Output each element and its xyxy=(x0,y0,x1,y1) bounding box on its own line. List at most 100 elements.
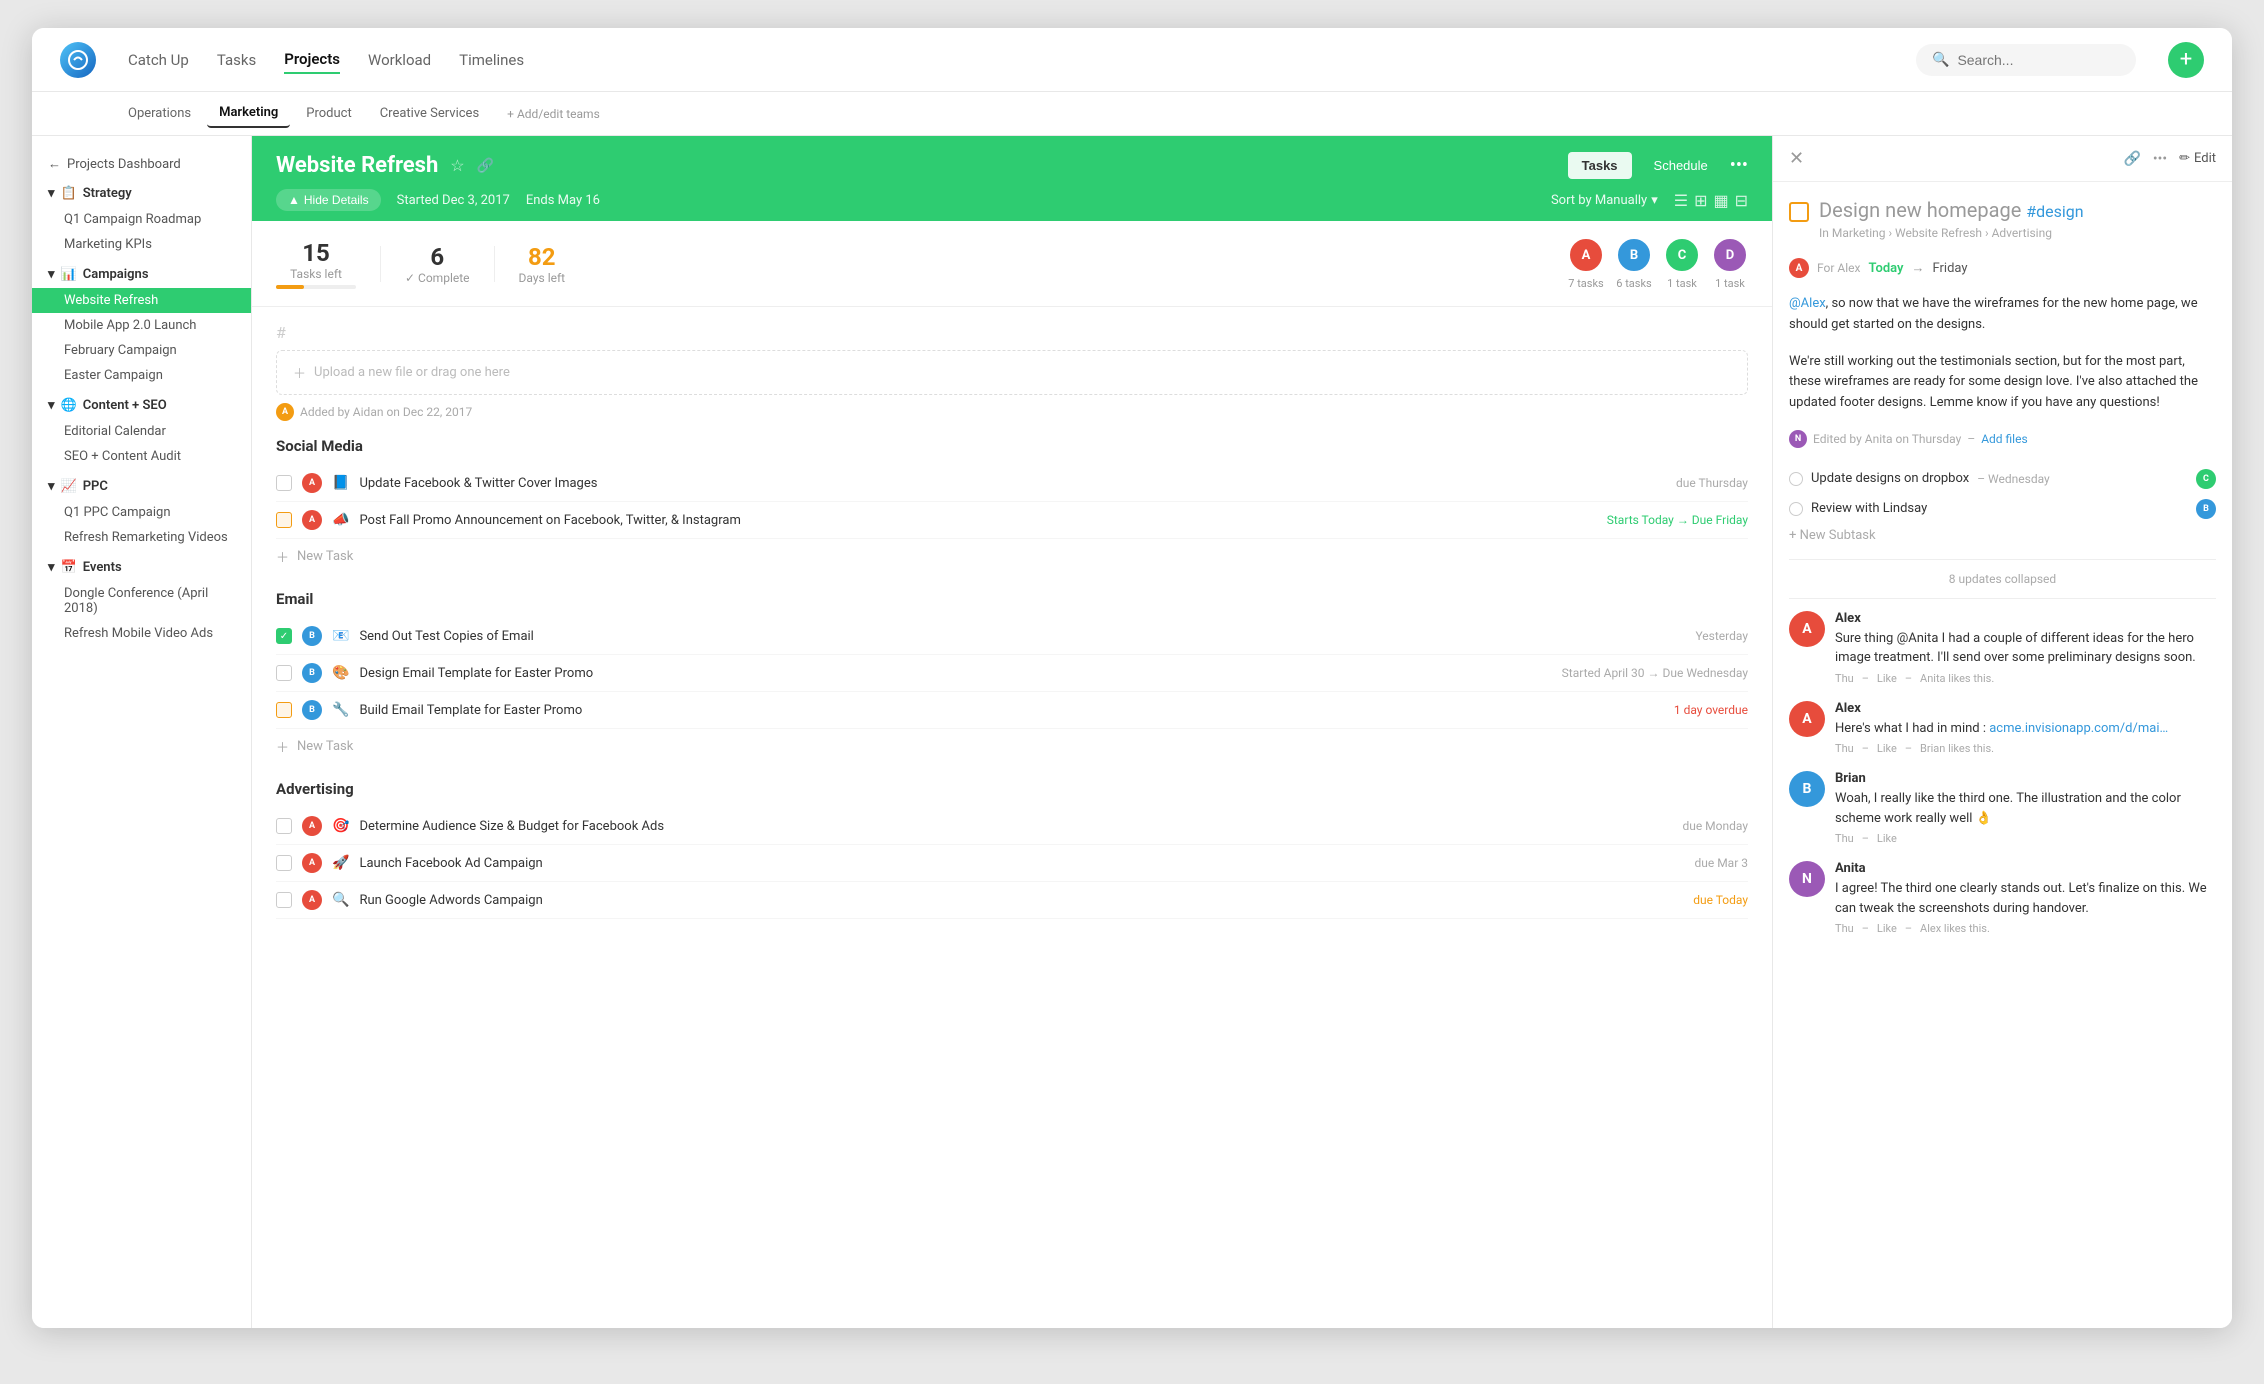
tab-product[interactable]: Product xyxy=(294,100,363,127)
list-view-button[interactable]: ☰ xyxy=(1674,191,1688,210)
star-icon[interactable]: ☆ xyxy=(450,156,464,175)
task-name-2[interactable]: Post Fall Promo Announcement on Facebook… xyxy=(359,513,1588,528)
sidebar-section-campaigns-header[interactable]: ▾ 📊 Campaigns xyxy=(32,261,251,288)
new-task-social[interactable]: ＋ New Task xyxy=(276,539,1748,574)
more-panel-button[interactable]: ••• xyxy=(2153,151,2167,167)
sidebar-section-strategy-header[interactable]: ▾ 📋 Strategy xyxy=(32,180,251,207)
nav-projects[interactable]: Projects xyxy=(284,46,340,74)
right-panel: ✕ 🔗 ••• ✏ Edit Design new homepag xyxy=(1772,136,2232,1328)
task-checkbox-3[interactable]: ✓ xyxy=(276,628,292,644)
file-upload-drop[interactable]: ＋ Upload a new file or drag one here xyxy=(276,350,1748,395)
task-checkbox-2[interactable] xyxy=(276,512,292,528)
filter-button[interactable]: ⊟ xyxy=(1735,191,1748,210)
like-button-4[interactable]: Like xyxy=(1877,922,1897,935)
add-button[interactable]: + xyxy=(2168,42,2204,78)
avatar-1[interactable]: A 7 tasks xyxy=(1568,237,1604,290)
app-logo[interactable] xyxy=(60,42,96,78)
invision-link[interactable]: acme.invisionapp.com/d/mai… xyxy=(1989,721,2168,736)
sidebar-section-events-header[interactable]: ▾ 📅 Events xyxy=(32,554,251,581)
nav-catchup[interactable]: Catch Up xyxy=(128,47,189,73)
task-due-8: due Today xyxy=(1693,893,1748,907)
task-detail-checkbox[interactable] xyxy=(1789,202,1809,222)
sidebar-item-february-campaign[interactable]: February Campaign xyxy=(32,338,251,363)
sidebar-section-content-header[interactable]: ▾ 🌐 Content + SEO xyxy=(32,392,251,419)
add-edit-teams[interactable]: + Add/edit teams xyxy=(495,101,612,127)
tab-marketing[interactable]: Marketing xyxy=(207,99,290,128)
sidebar-item-q1-roadmap[interactable]: Q1 Campaign Roadmap xyxy=(32,207,251,232)
avatar-4[interactable]: D 1 task xyxy=(1712,237,1748,290)
edit-task-button[interactable]: ✏ Edit xyxy=(2179,151,2216,166)
collapsed-updates[interactable]: 8 updates collapsed xyxy=(1789,559,2216,599)
hide-details-button[interactable]: ▲ Hide Details xyxy=(276,189,381,211)
add-files-link[interactable]: Add files xyxy=(1981,432,2027,446)
task-avatar-6: A xyxy=(302,816,322,836)
tasks-left-label: Tasks left xyxy=(276,267,356,281)
task-checkbox-1[interactable] xyxy=(276,475,292,491)
new-subtask-button[interactable]: + New Subtask xyxy=(1789,524,2216,547)
task-row: A 🔍 Run Google Adwords Campaign due Toda… xyxy=(276,882,1748,919)
task-name-3[interactable]: Send Out Test Copies of Email xyxy=(359,629,1677,644)
nav-timelines[interactable]: Timelines xyxy=(459,47,524,73)
ppc-icon: 📈 xyxy=(61,479,77,494)
sidebar-item-seo-audit[interactable]: SEO + Content Audit xyxy=(32,444,251,469)
task-checkbox-6[interactable] xyxy=(276,818,292,834)
email-section-title: Email xyxy=(276,590,1748,608)
file-hash-icon: # xyxy=(276,323,1748,342)
back-to-projects[interactable]: ← Projects Dashboard xyxy=(32,148,251,180)
new-task-email[interactable]: ＋ New Task xyxy=(276,729,1748,764)
task-due-4: Started April 30 → Due Wednesday xyxy=(1562,666,1748,680)
task-name-4[interactable]: Design Email Template for Easter Promo xyxy=(359,666,1543,681)
link-panel-button[interactable]: 🔗 xyxy=(2123,151,2140,167)
like-button-3[interactable]: Like xyxy=(1877,832,1897,845)
task-name-7[interactable]: Launch Facebook Ad Campaign xyxy=(359,856,1676,871)
sidebar-item-mobile-app[interactable]: Mobile App 2.0 Launch xyxy=(32,313,251,338)
subtask-2: Review with Lindsay B xyxy=(1789,494,2216,524)
stats-bar: 15 Tasks left 6 ✓ Complete 82 Days left xyxy=(252,221,1772,307)
column-view-button[interactable]: ⊞ xyxy=(1694,191,1707,210)
tab-operations[interactable]: Operations xyxy=(116,100,203,127)
task-name-1[interactable]: Update Facebook & Twitter Cover Images xyxy=(359,476,1658,491)
sidebar-section-ppc-header[interactable]: ▾ 📈 PPC xyxy=(32,473,251,500)
link-icon[interactable]: 🔗 xyxy=(477,158,494,174)
sidebar-item-mobile-video-ads[interactable]: Refresh Mobile Video Ads xyxy=(32,621,251,646)
chevron-up-icon: ▲ xyxy=(288,193,300,207)
like-button-1[interactable]: Like xyxy=(1877,672,1897,685)
like-button-2[interactable]: Like xyxy=(1877,742,1897,755)
liked-by-4: Alex likes this. xyxy=(1920,922,1990,935)
task-name-5[interactable]: Build Email Template for Easter Promo xyxy=(359,703,1655,718)
search-input[interactable] xyxy=(1957,52,2120,68)
close-panel-button[interactable]: ✕ xyxy=(1789,148,1804,169)
sidebar-item-editorial[interactable]: Editorial Calendar xyxy=(32,419,251,444)
sidebar-item-marketing-kpis[interactable]: Marketing KPIs xyxy=(32,232,251,257)
task-checkbox-8[interactable] xyxy=(276,892,292,908)
task-name-6[interactable]: Determine Audience Size & Budget for Fac… xyxy=(359,819,1664,834)
task-checkbox-7[interactable] xyxy=(276,855,292,871)
subtask-checkbox-2[interactable] xyxy=(1789,502,1803,516)
task-description-2: We're still working out the testimonials… xyxy=(1789,352,2216,414)
right-panel-body: Design new homepage #design In Marketing… xyxy=(1773,182,2232,1328)
more-options-button[interactable]: ••• xyxy=(1730,155,1748,176)
subtask-checkbox-1[interactable] xyxy=(1789,472,1803,486)
search-bar[interactable]: 🔍 xyxy=(1916,44,2136,76)
sidebar-item-website-refresh[interactable]: Website Refresh xyxy=(32,288,251,313)
sidebar-item-remarketing[interactable]: Refresh Remarketing Videos xyxy=(32,525,251,550)
nav-tasks[interactable]: Tasks xyxy=(217,47,256,73)
sidebar-item-easter-campaign[interactable]: Easter Campaign xyxy=(32,363,251,388)
sidebar-item-ppc-campaign[interactable]: Q1 PPC Campaign xyxy=(32,500,251,525)
task-checkbox-4[interactable] xyxy=(276,665,292,681)
advertising-section-title: Advertising xyxy=(276,780,1748,798)
sidebar-item-dongle-conf[interactable]: Dongle Conference (April 2018) xyxy=(32,581,251,621)
sort-by-button[interactable]: Sort by Manually ▾ xyxy=(1551,193,1658,208)
grid-view-button[interactable]: ▦ xyxy=(1713,191,1728,210)
tab-creative[interactable]: Creative Services xyxy=(368,100,491,127)
avatar-2[interactable]: B 6 tasks xyxy=(1616,237,1652,290)
launch-icon: 🚀 xyxy=(332,855,349,871)
task-checkbox-5[interactable] xyxy=(276,702,292,718)
schedule-view-button[interactable]: Schedule xyxy=(1640,152,1722,179)
task-breadcrumb: In Marketing › Website Refresh › Adverti… xyxy=(1819,226,2084,240)
tasks-view-button[interactable]: Tasks xyxy=(1568,152,1632,179)
comment-text-3: Woah, I really like the third one. The i… xyxy=(1835,789,2216,828)
nav-workload[interactable]: Workload xyxy=(368,47,431,73)
task-name-8[interactable]: Run Google Adwords Campaign xyxy=(359,893,1675,908)
avatar-3[interactable]: C 1 task xyxy=(1664,237,1700,290)
